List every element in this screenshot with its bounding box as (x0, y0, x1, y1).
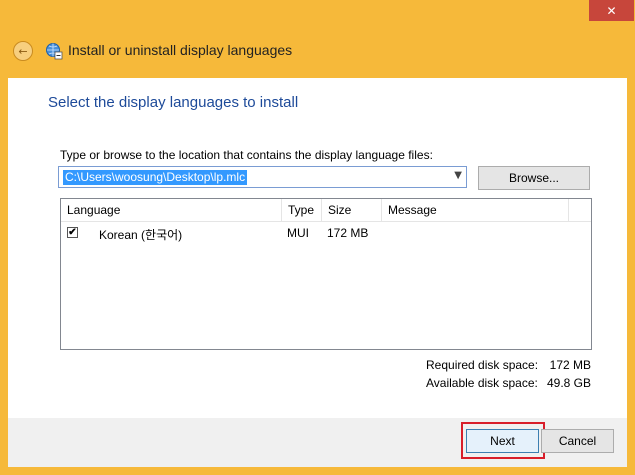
language-size: 172 MB (327, 226, 369, 240)
page-heading: Select the display languages to install (48, 94, 299, 111)
path-input-value[interactable]: C:\Users\woosung\Desktop\lp.mlc (63, 170, 248, 185)
language-type: MUI (287, 226, 309, 240)
chevron-down-icon[interactable]: ▼ (454, 170, 462, 181)
next-button[interactable]: Next (466, 429, 539, 453)
window-title: Install or uninstall display languages (68, 42, 293, 58)
dialog-footer: Next Cancel (8, 418, 627, 467)
dialog-header: ← Install or uninstall display languages (0, 30, 635, 72)
dialog-window: ✕ ← Install or uninstall display languag… (0, 0, 635, 475)
required-disk-label: Required disk space: (426, 358, 539, 372)
disk-space-labels: Required disk space: Available disk spac… (426, 356, 538, 392)
cancel-button[interactable]: Cancel (541, 429, 614, 453)
column-header-type[interactable]: Type (282, 199, 322, 221)
back-arrow-icon: ← (18, 44, 28, 58)
available-disk-value: 49.8 GB (546, 376, 591, 390)
list-item[interactable]: ✔ Korean (한국어) MUI 172 MB (61, 223, 591, 243)
close-icon: ✕ (606, 3, 617, 18)
path-label: Type or browse to the location that cont… (60, 148, 433, 162)
column-header-message[interactable]: Message (382, 199, 569, 221)
available-disk-label: Available disk space: (426, 376, 538, 390)
column-header-size[interactable]: Size (322, 199, 382, 221)
close-button[interactable]: ✕ (589, 0, 634, 21)
list-header: Language Type Size Message (61, 199, 591, 222)
column-header-language[interactable]: Language (61, 199, 282, 221)
language-globe-icon (46, 43, 63, 60)
back-button[interactable]: ← (13, 41, 33, 61)
language-list[interactable]: Language Type Size Message ✔ Korean (한국어… (60, 198, 592, 350)
content-panel: Select the display languages to install … (8, 78, 627, 418)
disk-space-values: 172 MB 49.8 GB (546, 356, 591, 392)
language-checkbox[interactable]: ✔ (67, 227, 78, 238)
language-name: Korean (한국어) (99, 228, 183, 242)
required-disk-value: 172 MB (549, 358, 591, 372)
path-combobox[interactable]: C:\Users\woosung\Desktop\lp.mlc ▼ (58, 166, 467, 188)
browse-button[interactable]: Browse... (478, 166, 590, 190)
